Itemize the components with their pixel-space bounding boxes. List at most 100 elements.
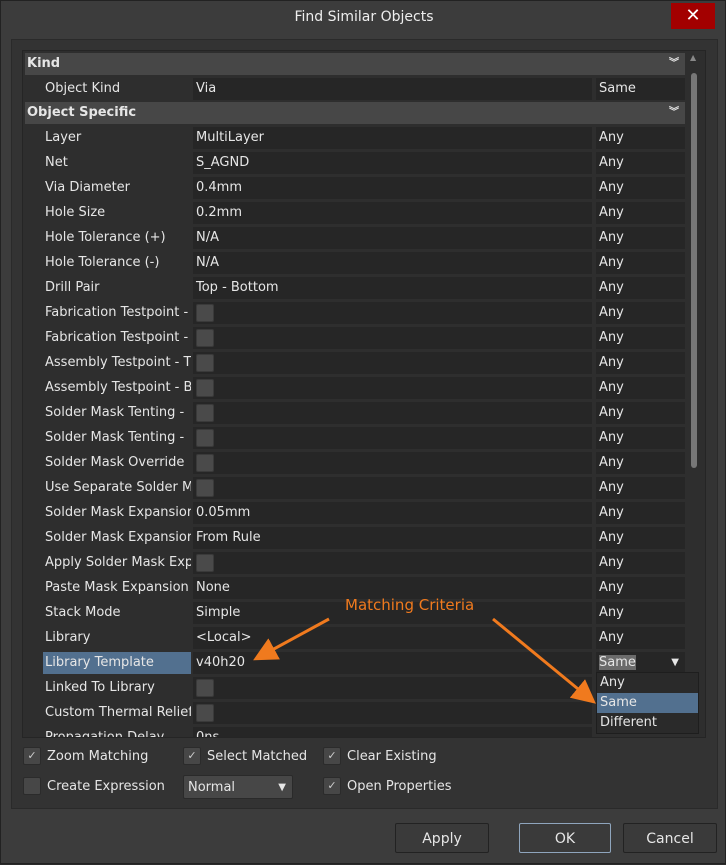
property-value[interactable]: MultiLayer (193, 127, 592, 149)
property-value[interactable]: N/A (193, 227, 592, 249)
property-value[interactable]: v40h20 (193, 652, 592, 674)
property-label[interactable]: Hole Tolerance (+) (45, 227, 191, 249)
match-criteria-select[interactable]: Any (596, 502, 685, 524)
property-value[interactable]: N/A (193, 252, 592, 274)
apply-button[interactable]: Apply (395, 823, 489, 853)
match-criteria-select[interactable]: Any (596, 302, 685, 324)
property-value[interactable]: Top - Bottom (193, 277, 592, 299)
property-value[interactable]: 0.2mm (193, 202, 592, 224)
property-label[interactable]: Fabrication Testpoint - (45, 327, 191, 349)
mode-select[interactable]: Normal ▼ (183, 775, 293, 799)
property-label[interactable]: Assembly Testpoint - T (45, 352, 191, 374)
match-criteria-select[interactable]: Any (596, 402, 685, 424)
property-label[interactable]: Apply Solder Mask Exp (45, 552, 191, 574)
property-checkbox[interactable] (196, 454, 214, 472)
property-label[interactable]: Drill Pair (45, 277, 191, 299)
match-criteria-select[interactable]: Any (596, 252, 685, 274)
property-row: Solder Mask Tenting - Any (25, 402, 685, 426)
zoom-matching-checkbox[interactable]: ✓ Zoom Matching (23, 747, 148, 765)
match-criteria-select[interactable]: Any (596, 202, 685, 224)
property-label[interactable]: Net (45, 152, 191, 174)
match-criteria-select[interactable]: Same (596, 78, 685, 100)
match-criteria-select[interactable]: Any (596, 127, 685, 149)
dropdown-option-same[interactable]: Same (597, 693, 698, 713)
cancel-button[interactable]: Cancel (623, 823, 717, 853)
property-label[interactable]: Assembly Testpoint - B (45, 377, 191, 399)
property-value[interactable]: Via (193, 78, 592, 100)
select-matched-checkbox[interactable]: ✓ Select Matched (183, 747, 307, 765)
select-matched-label: Select Matched (207, 748, 308, 764)
property-checkbox[interactable] (196, 329, 214, 347)
match-criteria-select[interactable]: Same ▼ (596, 652, 685, 674)
create-expression-checkbox[interactable]: Create Expression (23, 777, 165, 795)
property-label[interactable]: Solder Mask Tenting - (45, 427, 191, 449)
property-label[interactable]: Library Template (43, 652, 191, 674)
property-checkbox[interactable] (196, 429, 214, 447)
match-criteria-select[interactable]: Any (596, 627, 685, 649)
property-checkbox[interactable] (196, 379, 214, 397)
property-label[interactable]: Object Kind (45, 78, 191, 100)
property-label[interactable]: Linked To Library (45, 677, 191, 699)
property-value (193, 452, 592, 474)
property-row: Net S_AGND Any (25, 152, 685, 176)
property-label[interactable]: Solder Mask Override (45, 452, 191, 474)
match-criteria-select[interactable]: Any (596, 452, 685, 474)
property-value[interactable]: 0ns (193, 727, 592, 737)
match-criteria-select[interactable]: Any (596, 327, 685, 349)
property-label[interactable]: Via Diameter (45, 177, 191, 199)
property-label[interactable]: Stack Mode (45, 602, 191, 624)
match-criteria-select[interactable]: Any (596, 277, 685, 299)
match-criteria-select[interactable]: Any (596, 352, 685, 374)
property-value (193, 477, 592, 499)
open-properties-checkbox[interactable]: ✓ Open Properties (323, 777, 452, 795)
scrollbar-thumb[interactable] (691, 73, 697, 468)
match-criteria-select[interactable]: Any (596, 227, 685, 249)
match-criteria-select[interactable]: Any (596, 602, 685, 624)
property-value[interactable]: <Local> (193, 627, 592, 649)
match-criteria-select[interactable]: Any (596, 377, 685, 399)
property-label[interactable]: Solder Mask Expansior (45, 502, 191, 524)
match-criteria-select[interactable]: Any (596, 152, 685, 174)
property-label[interactable]: Custom Thermal Relief (45, 702, 191, 724)
property-value[interactable]: From Rule (193, 527, 592, 549)
property-label[interactable]: Use Separate Solder M (45, 477, 191, 499)
property-row: Hole Tolerance (+) N/A Any (25, 227, 685, 251)
property-label[interactable]: Solder Mask Tenting - (45, 402, 191, 424)
property-label[interactable]: Layer (45, 127, 191, 149)
match-criteria-select[interactable]: Any (596, 552, 685, 574)
collapse-icon[interactable]: ︾ (669, 102, 679, 124)
property-label[interactable]: Paste Mask Expansion (45, 577, 191, 599)
property-checkbox[interactable] (196, 304, 214, 322)
property-checkbox[interactable] (196, 404, 214, 422)
section-header[interactable]: Kind ︾ (25, 53, 685, 75)
property-label[interactable]: Library (45, 627, 191, 649)
property-checkbox[interactable] (196, 479, 214, 497)
property-label[interactable]: Fabrication Testpoint - (45, 302, 191, 324)
property-checkbox[interactable] (196, 554, 214, 572)
property-checkbox[interactable] (196, 679, 214, 697)
scrollbar[interactable]: ▲ (689, 53, 701, 733)
clear-existing-checkbox[interactable]: ✓ Clear Existing (323, 747, 437, 765)
property-value[interactable]: S_AGND (193, 152, 592, 174)
dropdown-option-different[interactable]: Different (597, 713, 698, 733)
match-criteria-select[interactable]: Any (596, 577, 685, 599)
property-label[interactable]: Propagation Delay (45, 727, 191, 737)
property-value[interactable]: 0.05mm (193, 502, 592, 524)
section-header[interactable]: Object Specific ︾ (25, 102, 685, 124)
property-label[interactable]: Hole Size (45, 202, 191, 224)
property-value (193, 352, 592, 374)
match-criteria-select[interactable]: Any (596, 477, 685, 499)
scroll-up-icon[interactable]: ▲ (690, 53, 696, 62)
close-button[interactable]: ✕ (671, 3, 715, 29)
property-label[interactable]: Solder Mask Expansior (45, 527, 191, 549)
property-label[interactable]: Hole Tolerance (-) (45, 252, 191, 274)
match-criteria-select[interactable]: Any (596, 427, 685, 449)
match-criteria-select[interactable]: Any (596, 177, 685, 199)
ok-button[interactable]: OK (519, 823, 611, 853)
match-criteria-select[interactable]: Any (596, 527, 685, 549)
property-checkbox[interactable] (196, 704, 214, 722)
dropdown-option-any[interactable]: Any (597, 673, 698, 693)
collapse-icon[interactable]: ︾ (669, 53, 679, 75)
property-value[interactable]: 0.4mm (193, 177, 592, 199)
property-checkbox[interactable] (196, 354, 214, 372)
